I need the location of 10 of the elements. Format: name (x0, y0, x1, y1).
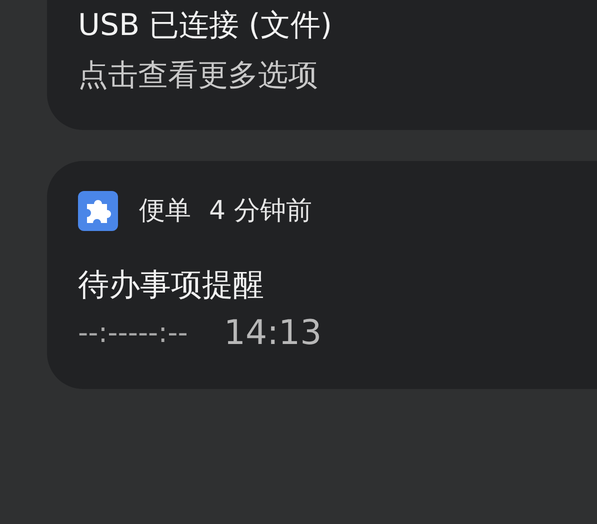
puzzle-icon (78, 191, 118, 231)
time-range-start: --:-----:-- (78, 315, 188, 351)
notification-subtitle: 点击查看更多选项 (78, 57, 319, 95)
time-range-end: 14:13 (224, 313, 322, 353)
app-name: 便单 (139, 195, 191, 228)
notification-time: 4 分钟前 (209, 195, 312, 228)
notification-card[interactable]: 便单 4 分钟前 待办事项提醒 --:-----:-- 14:13 (47, 161, 597, 389)
notification-title: USB 已连接 (文件) (78, 7, 334, 45)
notification-card[interactable]: USB 已连接 (文件) 点击查看更多选项 (47, 0, 597, 130)
notification-title: 待办事项提醒 (78, 266, 265, 305)
